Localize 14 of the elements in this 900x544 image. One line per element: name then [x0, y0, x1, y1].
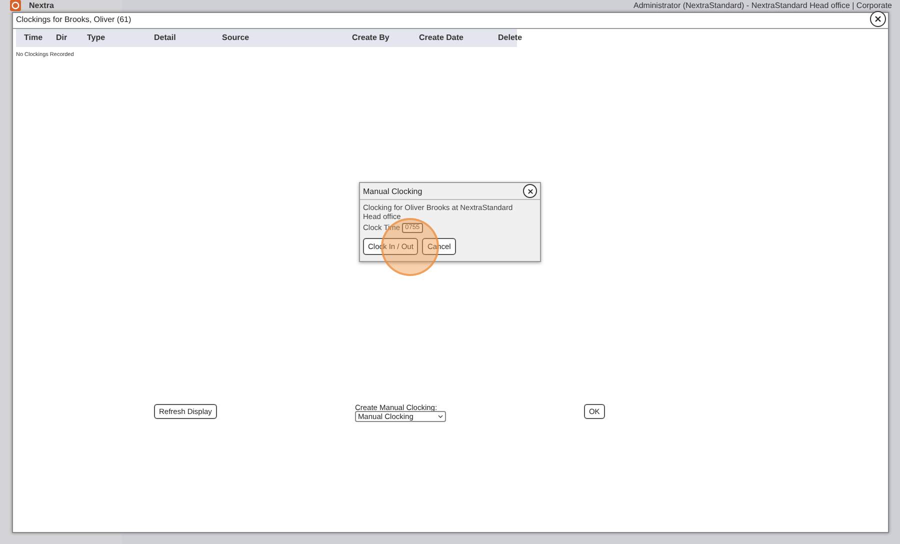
column-header: Source [222, 32, 250, 44]
column-header: Detail [154, 32, 177, 44]
app-name: Nextra [29, 0, 54, 10]
close-icon [528, 188, 532, 194]
close-button[interactable] [523, 184, 537, 198]
column-header: Time [24, 32, 44, 44]
caret-icon [438, 415, 443, 418]
column-header: Dir [56, 32, 68, 44]
column-header: Type [87, 32, 106, 44]
close-icon [875, 16, 881, 22]
column-header: Create Date [419, 32, 464, 44]
column-header: Delete [498, 32, 524, 44]
column-header: Create By [352, 32, 390, 44]
header-text: Administrator (NextraStandard) - NextraStandard Head office | Corporate [634, 1, 892, 11]
